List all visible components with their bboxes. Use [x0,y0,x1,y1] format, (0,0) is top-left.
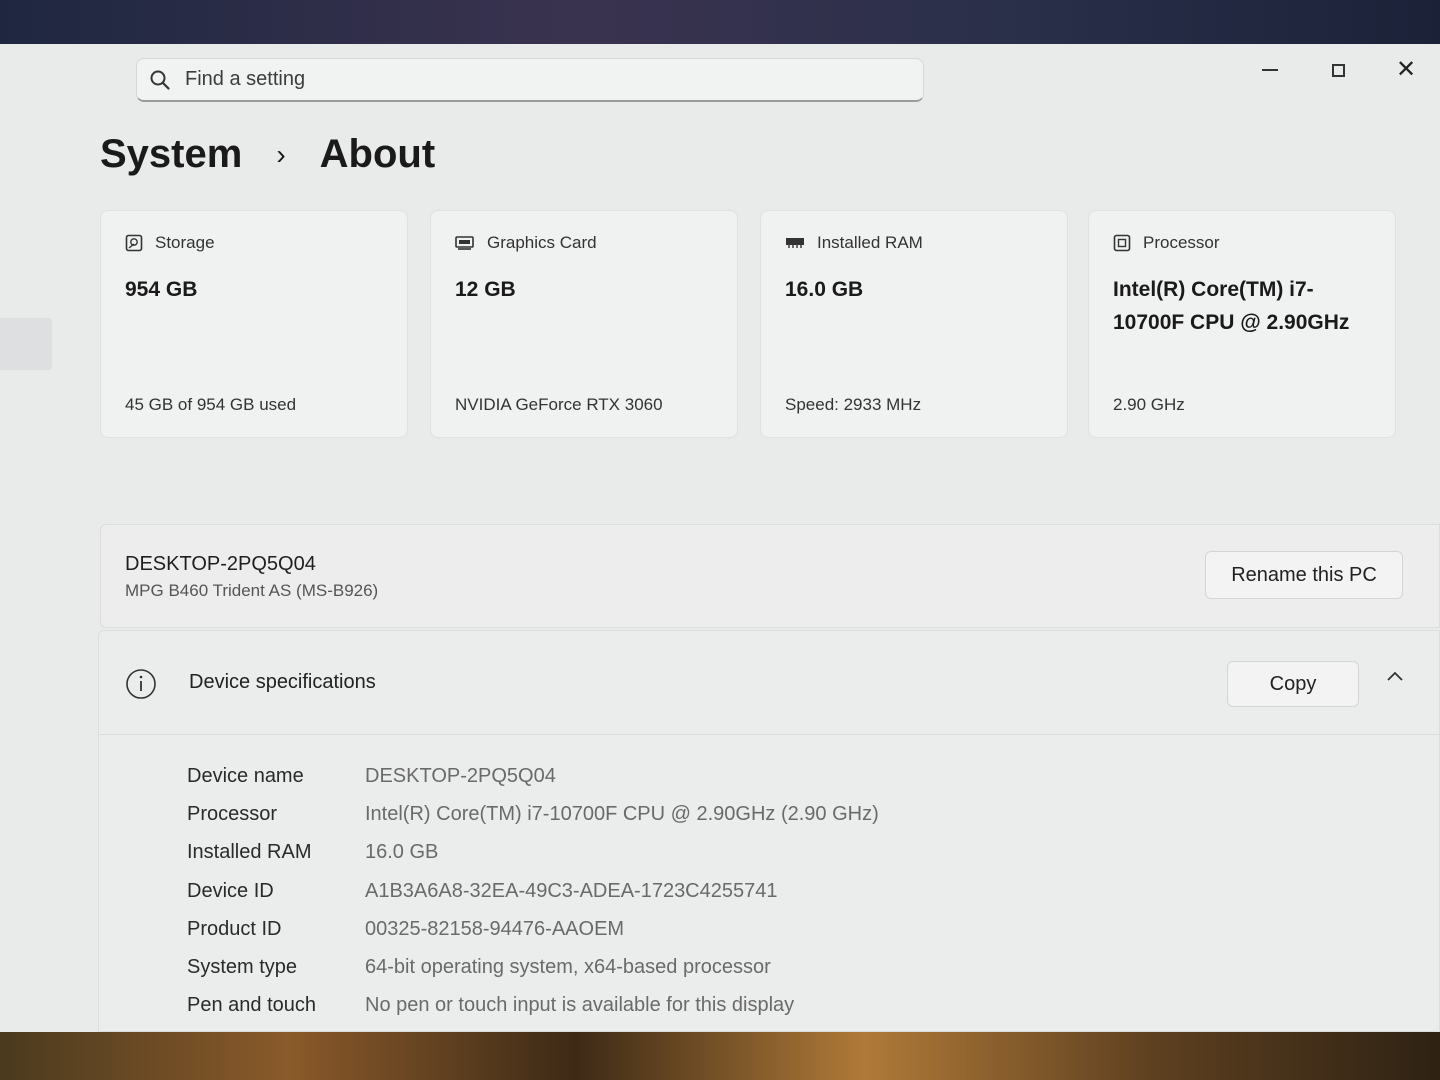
card-value: 12 GB [455,278,516,301]
maximize-icon [1331,63,1345,77]
table-row: Device name DESKTOP-2PQ5Q04 [187,757,879,795]
device-specifications-section: Device specifications Copy Device name D… [98,630,1440,1032]
storage-icon [125,234,143,252]
search-input[interactable] [183,67,887,92]
card-sub: NVIDIA GeForce RTX 3060 [455,395,663,414]
section-title: Device specifications [189,671,376,693]
card-label: Processor [1143,233,1220,252]
spec-value: 00325-82158-94476-AAOEM [365,917,625,940]
installed-ram-card[interactable]: Installed RAM 16.0 GB Speed: 2933 MHz [760,210,1068,438]
card-value: 954 GB [125,278,198,301]
table-row: Pen and touch No pen or touch input is a… [187,987,879,1025]
card-value: 16.0 GB [785,278,864,301]
spec-key: System type [187,956,298,979]
card-sub: Speed: 2933 MHz [785,395,922,414]
card-value: Intel(R) Core(TM) i7-10700F CPU @ 2.90GH… [1113,278,1350,334]
close-button[interactable]: ✕ [1372,50,1440,90]
page-title: About [319,132,436,176]
spec-key: Processor [187,802,278,825]
info-icon [125,668,157,705]
graphics-card-card[interactable]: Graphics Card 12 GB NVIDIA GeForce RTX 3… [430,210,738,438]
rename-pc-button[interactable]: Rename this PC [1205,551,1403,599]
spec-key: Installed RAM [187,841,312,864]
table-row: Installed RAM 16.0 GB [187,834,879,872]
pc-model: MPG B460 Trident AS (MS-B926) [125,581,379,600]
card-label: Graphics Card [487,233,597,252]
table-row: Device ID A1B3A6A8-32EA-49C3-ADEA-1723C4… [187,872,879,910]
spec-key: Device name [187,764,304,787]
ram-icon [785,236,805,250]
copy-button[interactable]: Copy [1227,661,1359,707]
desktop-background-top [0,0,1440,48]
chevron-right-icon: › [276,138,286,170]
processor-card[interactable]: Processor Intel(R) Core(TM) i7-10700F CP… [1088,210,1396,438]
desktop-background-bottom [0,1030,1440,1080]
window-controls: ✕ [1236,50,1440,90]
card-sub: 2.90 GHz [1113,395,1185,414]
spec-value: 16.0 GB [365,841,439,864]
minimize-icon [1262,69,1278,71]
pc-name: DESKTOP-2PQ5Q04 [125,553,316,575]
card-sub: 45 GB of 954 GB used [125,395,297,414]
maximize-button[interactable] [1304,50,1372,90]
device-specifications-header[interactable]: Device specifications Copy [99,631,1439,735]
chevron-up-icon[interactable] [1385,669,1405,688]
card-label: Storage [155,233,215,252]
table-row: Product ID 00325-82158-94476-AAOEM [187,910,879,948]
settings-window: ✕ System › About Storage 954 GB 45 GB of… [0,44,1440,1032]
spec-value: 64-bit operating system, x64-based proce… [365,956,771,979]
search-box[interactable] [136,58,924,102]
breadcrumb: System › About [100,132,435,177]
breadcrumb-system[interactable]: System [100,132,242,177]
spec-value: Intel(R) Core(TM) i7-10700F CPU @ 2.90GH… [365,802,879,825]
spec-table: Device name DESKTOP-2PQ5Q04 Processor In… [187,757,879,1025]
storage-card[interactable]: Storage 954 GB 45 GB of 954 GB used [100,210,408,438]
spec-key: Product ID [187,917,282,940]
spec-key: Device ID [187,879,274,902]
card-label: Installed RAM [817,233,923,252]
table-row: System type 64-bit operating system, x64… [187,948,879,986]
spec-key: Pen and touch [187,994,316,1017]
pc-name-row: DESKTOP-2PQ5Q04 MPG B460 Trident AS (MS-… [100,524,1440,628]
processor-icon [1113,234,1131,252]
spec-value: A1B3A6A8-32EA-49C3-ADEA-1723C4255741 [365,879,778,902]
nav-selection-indicator[interactable] [0,318,52,370]
close-icon: ✕ [1395,56,1417,83]
graphics-card-icon [455,235,475,251]
spec-value: DESKTOP-2PQ5Q04 [365,764,556,787]
spec-value: No pen or touch input is available for t… [365,994,795,1017]
minimize-button[interactable] [1236,50,1304,90]
search-icon [137,69,183,91]
table-row: Processor Intel(R) Core(TM) i7-10700F CP… [187,795,879,833]
